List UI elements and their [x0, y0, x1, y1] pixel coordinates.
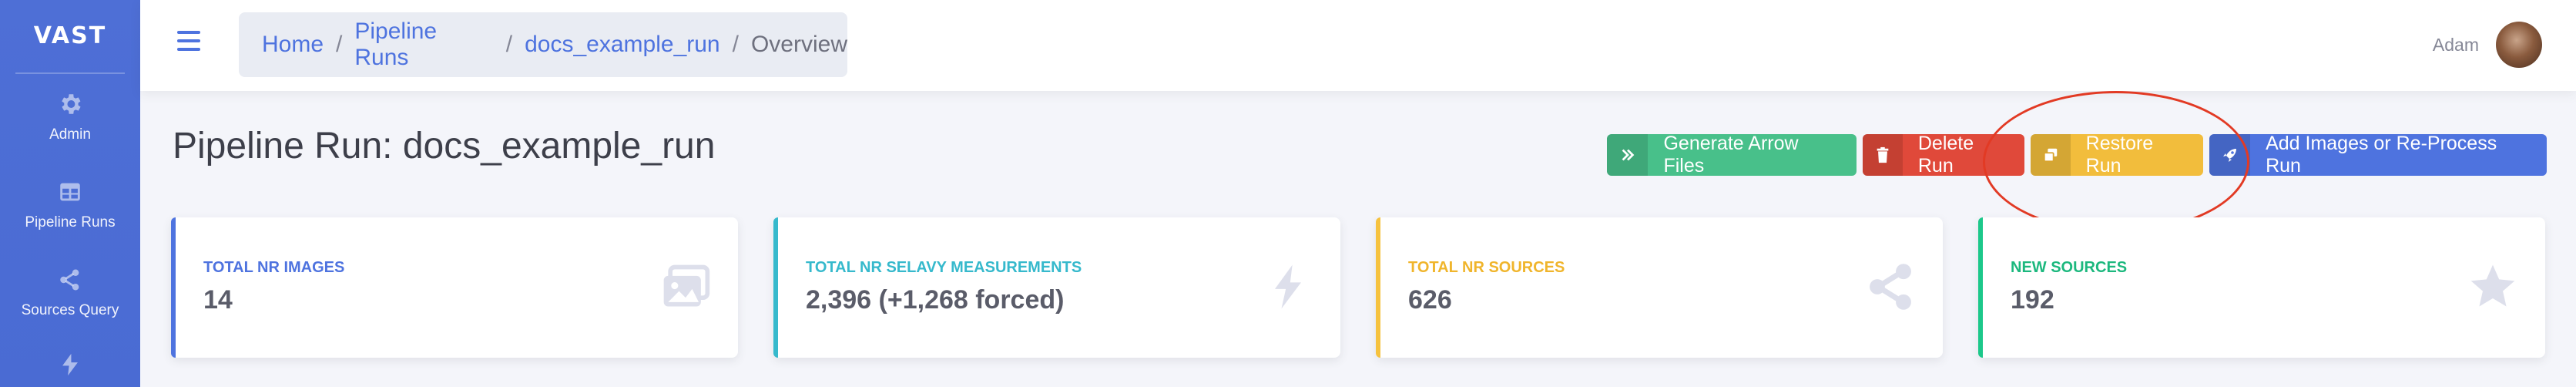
user-menu[interactable]: Adam	[2433, 22, 2542, 68]
gear-icon	[62, 94, 81, 114]
images-icon	[663, 264, 710, 307]
table-icon	[60, 183, 80, 201]
bolt-icon	[1275, 264, 1301, 309]
avatar[interactable]	[2496, 22, 2542, 68]
breadcrumb-current: Overview	[750, 32, 847, 57]
stat-card-measurements: Total Nr Selavy Measurements 2,396 (+1,2…	[773, 217, 1340, 358]
stat-value: 14	[203, 285, 233, 315]
star-icon	[2470, 264, 2515, 307]
add-images-reprocess-button[interactable]: Add Images or Re-Process Run	[2209, 134, 2547, 176]
rocket-icon	[2209, 134, 2251, 176]
sidebar-item-sources-query[interactable]: Sources Query	[0, 267, 140, 319]
sidebar-divider	[15, 72, 125, 74]
trash-icon	[1863, 134, 1903, 176]
sidebar-item-label: Pipeline Runs	[25, 214, 116, 231]
sidebar-item-label: Sources Query	[21, 302, 119, 318]
generate-arrow-files-button[interactable]: Generate Arrow Files	[1607, 134, 1857, 176]
sidebar-item-measurements[interactable]	[0, 352, 140, 378]
bolt-icon	[62, 353, 78, 376]
topbar: Home / Pipeline Runs / docs_example_run …	[140, 0, 2576, 91]
page-title: Pipeline Run: docs_example_run	[173, 126, 716, 167]
stat-card-images: Total Nr Images 14	[171, 217, 738, 358]
sidebar-item-label: Admin	[49, 126, 91, 143]
stat-label: Total Nr Selavy Measurements	[806, 259, 1082, 276]
brand-logo[interactable]: VAST	[0, 0, 140, 71]
double-chevron-right-icon	[1607, 134, 1649, 176]
restore-run-button[interactable]: Restore Run	[2031, 134, 2203, 176]
breadcrumb-pipeline-runs[interactable]: Pipeline Runs	[354, 19, 493, 71]
sidebar-item-pipeline-runs[interactable]: Pipeline Runs	[0, 179, 140, 231]
sidebar: VAST Admin Pipeline Runs Sources Query	[0, 0, 140, 387]
delete-run-button[interactable]: Delete Run	[1863, 134, 2024, 176]
share-icon	[1870, 264, 1911, 310]
stat-value: 626	[1408, 285, 1452, 315]
share-icon	[60, 269, 79, 291]
stat-label: Total Nr Images	[203, 259, 345, 276]
stat-label: New Sources	[2011, 259, 2128, 276]
user-name: Adam	[2432, 34, 2479, 55]
stat-value: 2,396 (+1,268 forced)	[806, 285, 1065, 315]
stat-value: 192	[2011, 285, 2054, 315]
stat-card-sources: Total Nr Sources 626	[1376, 217, 1943, 358]
stat-label: Total Nr Sources	[1408, 259, 1565, 276]
menu-toggle-icon[interactable]	[177, 31, 200, 52]
breadcrumb: Home / Pipeline Runs / docs_example_run …	[239, 12, 847, 77]
window-restore-icon	[2031, 134, 2071, 176]
breadcrumb-home[interactable]: Home	[262, 32, 324, 58]
stat-card-new-sources: New Sources 192	[1978, 217, 2545, 358]
sidebar-item-admin[interactable]: Admin	[0, 91, 140, 143]
breadcrumb-run[interactable]: docs_example_run	[525, 32, 720, 58]
